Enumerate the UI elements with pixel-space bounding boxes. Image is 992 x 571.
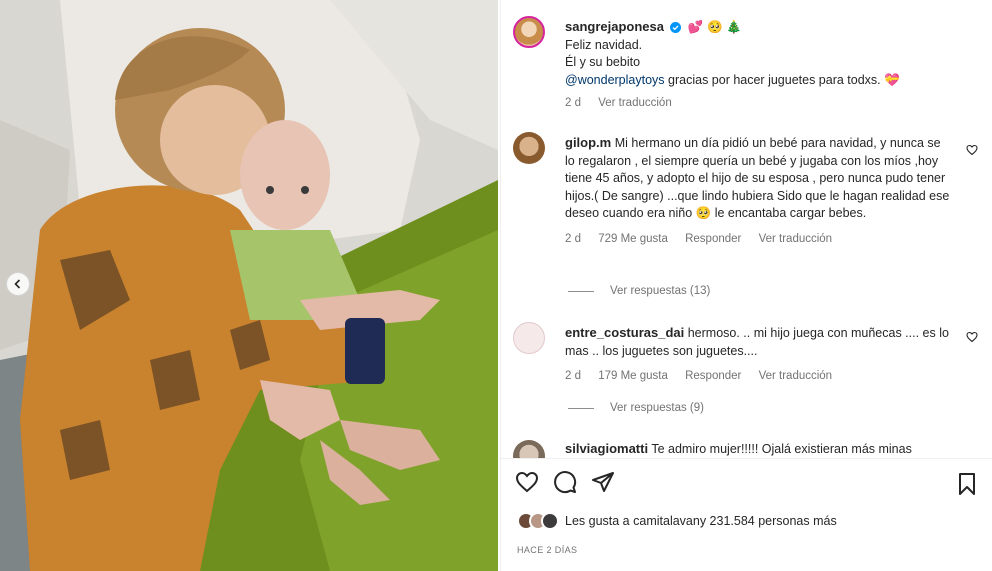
- author-username[interactable]: sangrejaponesa: [565, 19, 664, 34]
- comment-like-heart-icon[interactable]: [966, 331, 978, 343]
- replies-divider-line: [568, 407, 594, 409]
- commenter-avatar[interactable]: [513, 132, 545, 164]
- comment-time[interactable]: 2 d: [565, 370, 581, 382]
- comment-time[interactable]: 2 d: [565, 233, 581, 245]
- likes-summary[interactable]: Les gusta a camitalavan y 231.584 person…: [517, 512, 837, 530]
- post-image: [0, 0, 498, 571]
- caption-line-3: gracias por hacer juguetes para todxs. 💝: [664, 72, 900, 87]
- likes-suffix: y 231.584 personas más: [699, 514, 837, 528]
- likes-user[interactable]: camitalavan: [633, 514, 700, 528]
- caption-line-2: Él y su bebito: [565, 55, 641, 69]
- author-emojis: 💕 🥺 🎄: [687, 20, 742, 34]
- likers-avatars: [517, 512, 559, 530]
- comment-translate-link[interactable]: Ver traducción: [759, 370, 833, 382]
- comment-likes[interactable]: 179 Me gusta: [598, 370, 668, 382]
- commenter-avatar[interactable]: [513, 322, 545, 354]
- post-action-bar: [515, 470, 615, 494]
- author-avatar[interactable]: [513, 16, 545, 48]
- comment-reply-button[interactable]: Responder: [685, 370, 741, 382]
- chevron-left-icon: [14, 279, 21, 289]
- comment-likes[interactable]: 729 Me gusta: [598, 233, 668, 245]
- replies-divider-line: [568, 290, 594, 292]
- caption-line-1: Feliz navidad.: [565, 37, 643, 52]
- heart-icon[interactable]: [515, 470, 539, 494]
- view-replies-button[interactable]: Ver respuestas (13): [568, 285, 710, 297]
- comment-icon[interactable]: [553, 470, 577, 494]
- view-replies-label[interactable]: Ver respuestas (13): [610, 285, 710, 297]
- likes-prefix: Les gusta a: [565, 514, 630, 528]
- bookmark-icon[interactable]: [956, 472, 978, 496]
- comment-reply-button[interactable]: Responder: [685, 233, 741, 245]
- post-side-panel: sangrejaponesa 💕 🥺 🎄 Feliz navidad. Él y…: [500, 0, 992, 571]
- verified-icon: [670, 22, 682, 33]
- view-replies-button[interactable]: Ver respuestas (9): [568, 402, 704, 414]
- caption-time[interactable]: 2 d: [565, 97, 581, 109]
- comment-username[interactable]: gilop.m: [565, 135, 611, 150]
- baby-with-doll-photo: [0, 0, 498, 571]
- comment-like-heart-icon[interactable]: [966, 144, 978, 156]
- share-icon[interactable]: [591, 470, 615, 494]
- comment-text: Mi hermano un día pidió un bebé para nav…: [565, 136, 950, 220]
- caption-translate-link[interactable]: Ver traducción: [598, 97, 672, 109]
- comment-username[interactable]: entre_costuras_dai: [565, 325, 684, 340]
- carousel-previous-button[interactable]: [6, 272, 30, 296]
- comment-text: Te admiro mujer!!!!! Ojalá existieran má…: [651, 442, 912, 456]
- commenter-avatar[interactable]: [513, 440, 545, 458]
- view-replies-label[interactable]: Ver respuestas (9): [610, 402, 704, 414]
- actions-divider: [501, 458, 992, 459]
- post-time-ago[interactable]: HACE 2 DÍAS: [517, 545, 577, 555]
- caption-mention-link[interactable]: @wonderplaytoys: [565, 73, 665, 87]
- comment-partial: silviagiomatti Te admiro mujer!!!!! Ojal…: [501, 436, 992, 458]
- comment-translate-link[interactable]: Ver traducción: [759, 233, 833, 245]
- comment-username[interactable]: silviagiomatti: [565, 441, 648, 456]
